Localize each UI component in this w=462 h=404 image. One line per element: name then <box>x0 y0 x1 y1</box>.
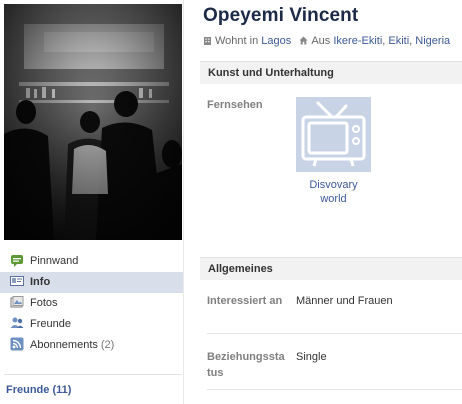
row-divider <box>207 389 462 390</box>
lives-in: Wohnt in Lagos <box>203 35 291 47</box>
tv-label: Fernsehen <box>207 99 263 111</box>
tv-item-thumbnail[interactable] <box>296 97 371 172</box>
television-icon <box>301 101 366 167</box>
info-card-icon <box>10 274 24 288</box>
row-divider <box>207 333 462 334</box>
nav-label: Freunde <box>30 318 71 330</box>
interested-value: Männer und Frauen <box>296 295 393 307</box>
nav-label: Info <box>30 276 51 288</box>
lives-city-link[interactable]: Lagos <box>261 35 291 47</box>
column-divider <box>183 0 184 404</box>
nav-item-info[interactable]: Info <box>0 272 183 293</box>
divider <box>4 374 182 375</box>
from-region-link[interactable]: Ekiti <box>388 35 409 47</box>
nav-count: (2) <box>100 339 115 351</box>
building-icon <box>203 36 212 45</box>
section-header-kunst: Kunst und Unterhaltung <box>200 61 462 84</box>
from-city-link[interactable]: Ikere-Ekiti <box>333 35 382 47</box>
home-icon <box>299 36 308 45</box>
nav-label: Fotos <box>30 297 58 309</box>
relationship-label: Beziehungsstatus <box>207 351 285 379</box>
profile-meta: Wohnt in Lagos Aus Ikere-Ekiti, Ekiti, N… <box>203 35 455 47</box>
nav-item-abonnements[interactable]: Abonnements (2) <box>0 335 183 356</box>
rss-icon <box>10 337 24 351</box>
friends-icon <box>10 316 24 330</box>
profile-photo-image <box>4 4 182 240</box>
nav-item-freunde[interactable]: Freunde <box>0 314 183 335</box>
from: Aus Ikere-Ekiti, Ekiti, Nigeria <box>299 35 450 47</box>
from-country-link[interactable]: Nigeria <box>415 35 450 47</box>
photos-icon <box>10 295 24 309</box>
profile-name[interactable]: Opeyemi Vincent <box>203 5 358 27</box>
from-prefix: Aus <box>311 35 331 47</box>
wall-icon <box>10 253 24 268</box>
tv-item-link[interactable]: Disvovary world <box>296 178 371 206</box>
lives-prefix: Wohnt in <box>215 35 259 47</box>
section-header-allgemeines: Allgemeines <box>200 257 462 280</box>
right-column: Opeyemi Vincent Wohnt in Lagos Aus Ikere… <box>200 0 462 404</box>
profile-nav: Pinnwand Info Fotos Freunde Abonnements(… <box>0 251 183 356</box>
nav-label: Abonnements <box>30 339 98 351</box>
nav-item-fotos[interactable]: Fotos <box>0 293 183 314</box>
friends-heading[interactable]: Freunde (11) <box>6 384 71 396</box>
profile-photo[interactable] <box>4 4 182 240</box>
left-column: Pinnwand Info Fotos Freunde Abonnements(… <box>0 0 183 404</box>
nav-item-pinnwand[interactable]: Pinnwand <box>0 251 183 272</box>
relationship-value: Single <box>296 351 327 363</box>
nav-label: Pinnwand <box>30 255 79 267</box>
interested-label: Interessiert an <box>207 295 283 307</box>
